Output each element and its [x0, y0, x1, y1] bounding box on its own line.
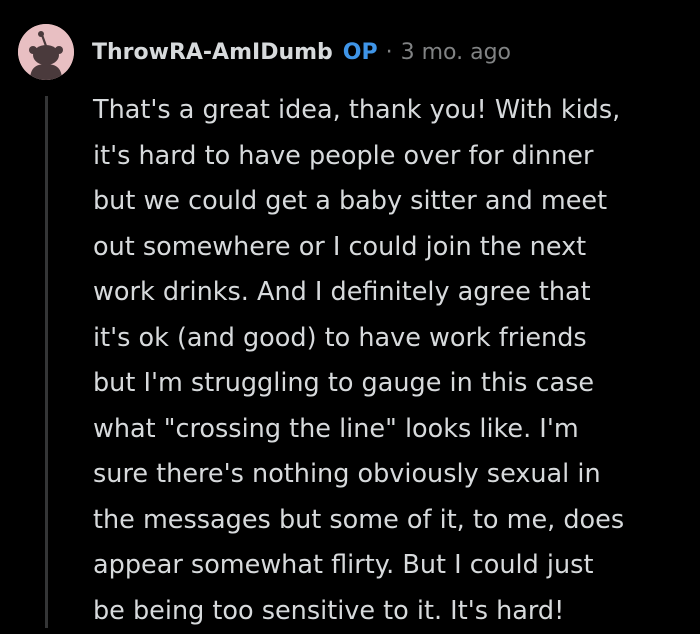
meta-separator: ·: [385, 39, 393, 65]
snoo-avatar-icon: [18, 24, 74, 80]
comment-author[interactable]: ThrowRA-AmIDumb: [92, 40, 333, 65]
thread-collapse-line[interactable]: [45, 96, 48, 628]
user-avatar[interactable]: [18, 24, 74, 80]
comment-meta: ThrowRA-AmIDumb OP · 3 mo. ago: [92, 34, 511, 70]
op-badge: OP: [342, 39, 378, 65]
comment-timestamp[interactable]: 3 mo. ago: [401, 40, 511, 65]
comment: ThrowRA-AmIDumb OP · 3 mo. ago That's a …: [0, 0, 700, 628]
comment-body: That's a great idea, thank you! With kid…: [93, 95, 625, 626]
